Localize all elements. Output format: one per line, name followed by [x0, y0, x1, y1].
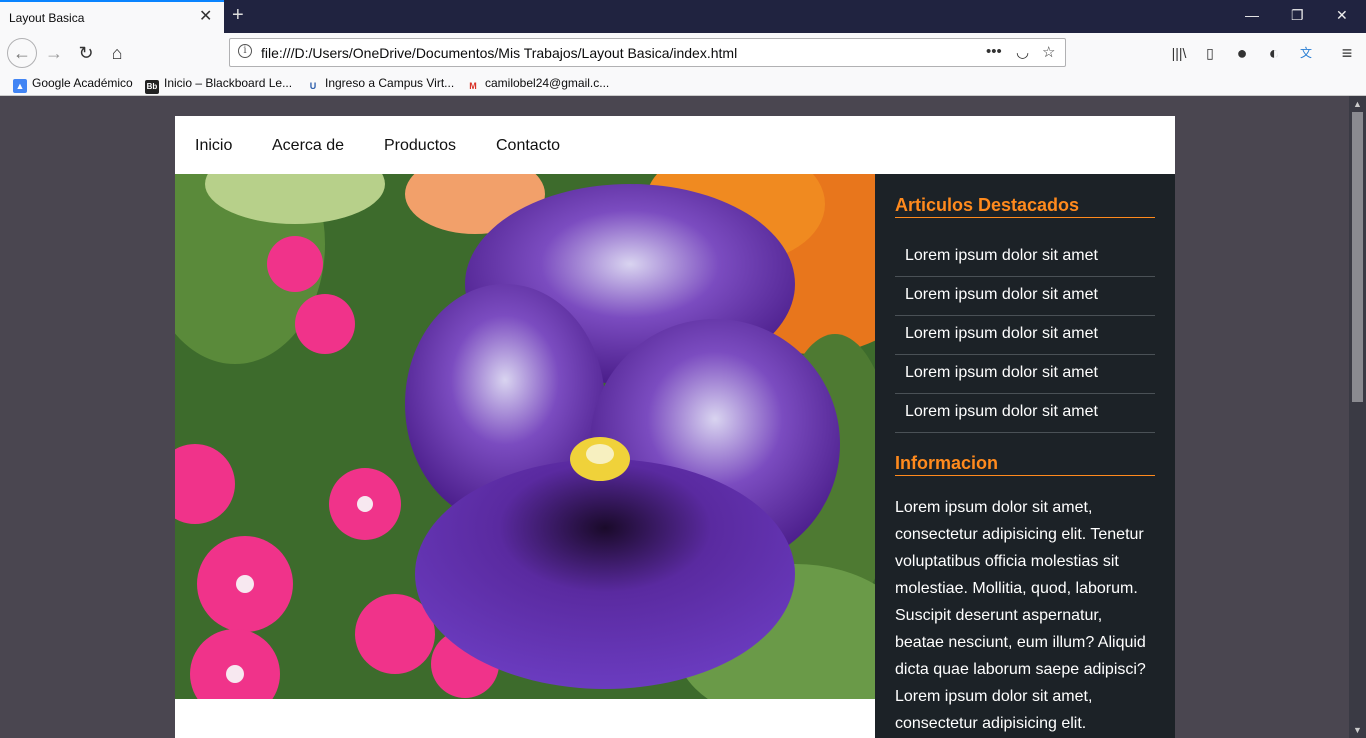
- sidebar-icon[interactable]: ▯: [1198, 41, 1222, 65]
- blackboard-icon: Bb: [145, 80, 159, 94]
- sidebar: Articulos Destacados Lorem ipsum dolor s…: [875, 174, 1175, 738]
- nav-link-inicio[interactable]: Inicio: [195, 137, 232, 155]
- back-icon[interactable]: ←: [7, 38, 37, 68]
- featured-article-item[interactable]: Lorem ipsum dolor sit amet: [895, 277, 1155, 316]
- forward-icon[interactable]: →: [42, 41, 66, 65]
- bookmark-star-icon[interactable]: ☆: [1042, 43, 1055, 61]
- featured-article-item[interactable]: Lorem ipsum dolor sit amet: [895, 394, 1155, 433]
- bookmark-gmail[interactable]: Mcamilobel24@gmail.c...: [466, 76, 609, 93]
- page-scrollbar[interactable]: ▲ ▼: [1349, 96, 1366, 738]
- info-title: Informacion: [895, 453, 1155, 476]
- page-actions-icon[interactable]: •••: [986, 43, 1002, 60]
- nav-link-productos[interactable]: Productos: [384, 137, 456, 155]
- campus-icon: U: [309, 81, 317, 91]
- browser-tab[interactable]: Layout Basica ✕: [0, 0, 224, 33]
- tab-title: Layout Basica: [9, 11, 85, 25]
- graduation-cap-icon: ▲: [13, 79, 27, 93]
- restore-icon[interactable]: ❐: [1291, 8, 1304, 22]
- url-bar[interactable]: i file:///D:/Users/OneDrive/Documentos/M…: [229, 38, 1066, 67]
- home-icon[interactable]: ⌂: [105, 41, 129, 65]
- info-icon[interactable]: i: [238, 44, 252, 58]
- featured-article-item[interactable]: Lorem ipsum dolor sit amet: [895, 355, 1155, 394]
- close-window-icon[interactable]: ✕: [1336, 8, 1348, 22]
- library-icon[interactable]: |||\: [1167, 41, 1191, 65]
- content-area: [175, 699, 875, 738]
- featured-articles-list: Lorem ipsum dolor sit amet Lorem ipsum d…: [895, 238, 1155, 433]
- url-text[interactable]: file:///D:/Users/OneDrive/Documentos/Mis…: [261, 45, 737, 61]
- site-nav: Inicio Acerca de Productos Contacto: [175, 116, 1175, 174]
- hero-flower-image: [175, 174, 875, 699]
- minimize-icon[interactable]: —: [1245, 8, 1259, 22]
- nav-link-acerca-de[interactable]: Acerca de: [272, 137, 344, 155]
- new-tab-icon[interactable]: +: [232, 5, 244, 25]
- featured-article-item[interactable]: Lorem ipsum dolor sit amet: [895, 316, 1155, 355]
- gmail-icon: M: [469, 81, 477, 91]
- scroll-down-icon[interactable]: ▼: [1349, 722, 1366, 738]
- menu-icon[interactable]: ≡: [1335, 41, 1359, 65]
- scroll-thumb[interactable]: [1352, 112, 1363, 402]
- bookmark-blackboard[interactable]: Bb Inicio – Blackboard Le...: [145, 76, 292, 94]
- close-tab-icon[interactable]: ✕: [199, 9, 212, 25]
- bookmark-google-academico[interactable]: ▲ Google Académico: [13, 76, 133, 93]
- browser-toolbar: ← → ↻ ⌂ i file:///D:/Users/OneDrive/Docu…: [0, 33, 1366, 73]
- account-icon[interactable]: ●: [1230, 41, 1254, 65]
- featured-article-item[interactable]: Lorem ipsum dolor sit amet: [895, 238, 1155, 277]
- scroll-up-icon[interactable]: ▲: [1349, 96, 1366, 112]
- bookmark-campus-virtual[interactable]: U Ingreso a Campus Virt...: [306, 76, 454, 93]
- info-text: Lorem ipsum dolor sit amet, consectetur …: [895, 499, 1146, 732]
- extension-icon[interactable]: ◐: [1262, 41, 1286, 65]
- pocket-icon[interactable]: ◡: [1016, 43, 1029, 61]
- translate-icon[interactable]: 文: [1294, 41, 1318, 65]
- featured-articles-title: Articulos Destacados: [895, 195, 1155, 218]
- page-viewport: Inicio Acerca de Productos Contacto Arti…: [0, 96, 1349, 738]
- site-container: Inicio Acerca de Productos Contacto Arti…: [175, 116, 1175, 738]
- nav-link-contacto[interactable]: Contacto: [496, 137, 560, 155]
- bookmarks-bar: ▲ Google Académico Bb Inicio – Blackboard …: [0, 73, 1366, 96]
- tab-strip: Layout Basica ✕ + — ❐ ✕: [0, 0, 1366, 33]
- reload-icon[interactable]: ↻: [74, 41, 98, 65]
